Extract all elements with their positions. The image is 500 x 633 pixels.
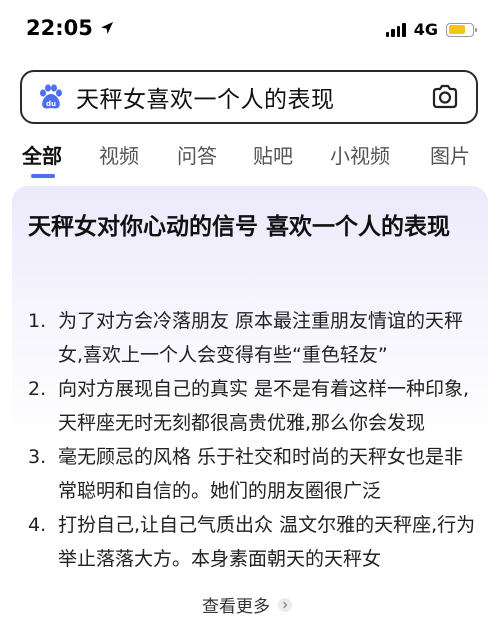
result-card[interactable]: 天秤女对你心动的信号 喜欢一个人的表现 1. 为了对方会冷落朋友 原本最注重朋友… [12, 186, 488, 633]
svg-text:du: du [46, 100, 56, 108]
list-item-text: 为了对方会冷落朋友 原本最注重朋友情谊的天秤女,喜欢上一个人会变得有些“重色轻友… [58, 310, 464, 366]
tab-all[interactable]: 全部 [22, 140, 62, 169]
baidu-paw-icon[interactable]: du [36, 82, 66, 112]
tab-short-video[interactable]: 小视频 [330, 140, 390, 169]
result-title[interactable]: 天秤女对你心动的信号 喜欢一个人的表现 [28, 208, 476, 246]
battery-level-fill [448, 25, 465, 34]
camera-icon[interactable] [430, 82, 460, 112]
tab-qa[interactable]: 问答 [177, 140, 217, 169]
view-more-button[interactable]: 查看更多 [202, 592, 292, 617]
list-item-text: 向对方展现自己的真实 是不是有着这样一种印象,天秤座无时无刻都很高贵优雅,那么你… [58, 378, 470, 434]
list-item[interactable]: 3. 毫无顾忌的风格 乐于社交和时尚的天秤女也是非常聪明和自信的。她们的朋友圈很… [28, 440, 480, 508]
result-list: 1. 为了对方会冷落朋友 原本最注重朋友情谊的天秤女,喜欢上一个人会变得有些“重… [28, 304, 480, 576]
list-item[interactable]: 2. 向对方展现自己的真实 是不是有着这样一种印象,天秤座无时无刻都很高贵优雅,… [28, 372, 480, 440]
list-item-text: 毫无顾忌的风格 乐于社交和时尚的天秤女也是非常聪明和自信的。她们的朋友圈很广泛 [58, 446, 464, 502]
status-time-text: 22:05 [26, 16, 93, 40]
tab-video[interactable]: 视频 [99, 140, 139, 169]
list-item[interactable]: 1. 为了对方会冷落朋友 原本最注重朋友情谊的天秤女,喜欢上一个人会变得有些“重… [28, 304, 480, 372]
location-arrow-icon [100, 22, 113, 34]
search-input[interactable]: 天秤女喜欢一个人的表现 [76, 80, 430, 114]
search-bar[interactable]: du 天秤女喜欢一个人的表现 [20, 70, 478, 124]
status-time: 22:05 [26, 16, 115, 40]
list-item-number: 3. [28, 446, 47, 468]
chevron-right-icon [278, 597, 292, 612]
network-type: 4G [413, 20, 438, 39]
list-item-number: 4. [28, 514, 47, 536]
list-item-number: 1. [28, 310, 47, 332]
list-item[interactable]: 4. 打扮自己,让自己气质出众 温文尔雅的天秤座,行为举止落落大方。本身素面朝天… [28, 508, 480, 576]
status-indicators: 4G [385, 20, 477, 39]
tab-tieba[interactable]: 贴吧 [253, 140, 293, 169]
active-tab-indicator [31, 174, 55, 178]
list-item-number: 2. [28, 378, 47, 400]
signal-strength-icon [385, 22, 406, 37]
status-bar: 22:05 4G [0, 0, 500, 62]
view-more-label: 查看更多 [202, 597, 270, 617]
search-tabs: 全部 视频 问答 贴吧 小视频 图片 [0, 132, 500, 178]
list-item-text: 打扮自己,让自己气质出众 温文尔雅的天秤座,行为举止落落大方。本身素面朝天的天秤… [58, 514, 476, 570]
battery-icon [446, 22, 477, 37]
tab-images[interactable]: 图片 [430, 140, 470, 169]
